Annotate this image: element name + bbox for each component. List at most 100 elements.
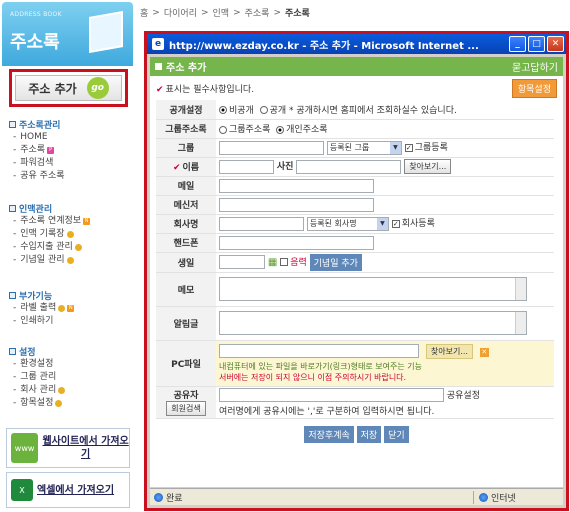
save-button[interactable]: 저장 bbox=[356, 426, 382, 443]
public-radio[interactable] bbox=[259, 106, 268, 115]
field-label: 공개설정 bbox=[156, 100, 216, 120]
sidebar-item-label-print[interactable]: 라벨 출력N bbox=[9, 302, 75, 315]
excel-import-label: 엑셀에서 가져오기 bbox=[37, 484, 115, 496]
group-input[interactable] bbox=[219, 140, 324, 155]
address-book-banner[interactable]: ADDRESS BOOK 주소록 bbox=[2, 2, 133, 66]
bullet-icon bbox=[9, 348, 16, 355]
form-row-birthday: 생일 ▦ 음력 기념일 추가 bbox=[156, 252, 554, 273]
photo-path-input[interactable] bbox=[296, 159, 402, 174]
save-continue-button[interactable]: 저장후계속 bbox=[304, 426, 354, 443]
breadcrumb-addressbook[interactable]: 주소록 bbox=[245, 6, 270, 19]
email-input[interactable] bbox=[219, 178, 374, 193]
maximize-button[interactable]: □ bbox=[528, 36, 545, 52]
field-label: 회사명 bbox=[156, 214, 216, 234]
header-square-icon bbox=[155, 63, 162, 70]
section-title: 부가기능 bbox=[9, 289, 74, 302]
sidebar-item-anniversary[interactable]: 기념일 관리 bbox=[9, 254, 90, 267]
sidebar-item-power-search[interactable]: 파워검색 bbox=[9, 157, 65, 170]
pc-file-browse-button[interactable]: 찾아보기... bbox=[425, 343, 473, 359]
group-register-label: 그룹등록 bbox=[414, 143, 448, 154]
banner-english-label: ADDRESS BOOK bbox=[10, 11, 62, 18]
internet-zone-icon bbox=[479, 492, 488, 502]
breadcrumb-network[interactable]: 인맥 bbox=[213, 6, 230, 19]
minimize-button[interactable]: _ bbox=[509, 36, 526, 52]
sidebar-item-home[interactable]: HOME bbox=[9, 131, 65, 144]
group-register-checkbox[interactable]: ✓ bbox=[404, 143, 413, 152]
sidebar-item-shared-address[interactable]: 공유 주소록 bbox=[9, 170, 64, 183]
field-label: 핸드폰 bbox=[156, 233, 216, 253]
field-label: 그룹주소록 bbox=[156, 119, 216, 139]
share-setting-label: 공유설정 bbox=[446, 390, 480, 401]
field-label: 알림글 bbox=[156, 306, 216, 341]
home-link[interactable]: 홈 bbox=[140, 6, 148, 19]
book-icon bbox=[89, 11, 123, 53]
breadcrumb-current: 주소록 bbox=[285, 9, 310, 19]
close-window-button[interactable]: ✕ bbox=[547, 36, 564, 52]
excel-icon: X bbox=[11, 479, 33, 501]
add-address-button[interactable]: 주소 추가 go bbox=[9, 69, 128, 107]
personal-address-radio[interactable] bbox=[276, 125, 285, 134]
form-row-email: 메일 bbox=[156, 176, 554, 196]
sidebar-item-addressbook[interactable]: 주소록P bbox=[9, 144, 65, 157]
photo-label: 사진 bbox=[276, 162, 294, 172]
window-titlebar[interactable]: e http://www.ezday.co.kr - 주소 추가 - Micro… bbox=[147, 34, 566, 54]
sidebar-item-company-manage[interactable]: 회사 관리 bbox=[9, 384, 66, 397]
help-link[interactable]: 묻고답하기 bbox=[512, 59, 558, 74]
add-anniversary-button[interactable]: 기념일 추가 bbox=[309, 253, 362, 271]
sidebar-item-income-expense[interactable]: 수입지출 관리 bbox=[9, 241, 90, 254]
new-badge-icon: N bbox=[83, 218, 91, 225]
photo-browse-button[interactable]: 찾아보기... bbox=[404, 159, 452, 174]
excel-import-banner[interactable]: X 엑셀에서 가져오기 bbox=[6, 472, 130, 508]
form-row-alert: 알림글 bbox=[156, 306, 554, 341]
menu-section-address-manage: 주소록관리 HOME 주소록P 파워검색 공유 주소록 bbox=[9, 118, 65, 183]
calendar-icon[interactable]: ▦ bbox=[268, 257, 277, 268]
sidebar-item-field-settings[interactable]: 항목설정 bbox=[9, 397, 65, 410]
phone-input[interactable] bbox=[219, 235, 374, 250]
add-address-button-inner: 주소 추가 go bbox=[15, 75, 122, 101]
company-input[interactable] bbox=[219, 216, 304, 231]
field-settings-button[interactable]: 항목설정 bbox=[511, 78, 557, 98]
breadcrumb-diary[interactable]: 다이어리 bbox=[164, 6, 197, 19]
memo-textarea[interactable] bbox=[219, 277, 527, 301]
company-select[interactable]: 등록된 회사명 ▼ bbox=[306, 216, 389, 231]
medal-icon bbox=[66, 257, 74, 264]
form-buttons: 저장후계속 저장 닫기 bbox=[150, 426, 563, 443]
sidebar-item-group-manage[interactable]: 그룹 관리 bbox=[9, 371, 65, 384]
birthday-input[interactable] bbox=[219, 255, 265, 269]
sidebar: ADDRESS BOOK 주소록 주소 추가 go 주소록관리 HOME 주소록… bbox=[0, 0, 136, 512]
form-row-visibility: 공개설정 비공개 공개 * 공개하시면 홈피에서 조회하실수 있습니다. bbox=[156, 100, 554, 120]
field-label: 그룹 bbox=[156, 138, 216, 158]
company-register-checkbox[interactable]: ✓ bbox=[391, 219, 400, 228]
close-button[interactable]: 닫기 bbox=[384, 426, 409, 443]
sidebar-item-preferences[interactable]: 환경설정 bbox=[9, 358, 65, 371]
clear-file-icon[interactable]: ✕ bbox=[479, 347, 489, 357]
public-radio-label: 공개 * 공개하시면 홈피에서 조회하실수 있습니다. bbox=[269, 105, 457, 116]
group-select[interactable]: 등록된 그룹 ▼ bbox=[326, 140, 402, 155]
member-search-button[interactable]: 회원검색 bbox=[166, 401, 206, 417]
messenger-input[interactable] bbox=[219, 197, 374, 212]
sidebar-item-linked-info[interactable]: 주소록 연계정보N bbox=[9, 215, 91, 228]
medal-icon bbox=[66, 231, 74, 238]
add-address-label: 주소 추가 bbox=[28, 81, 77, 96]
private-radio-label: 비공개 bbox=[229, 105, 254, 116]
field-label: 메모 bbox=[156, 272, 216, 307]
pc-file-input[interactable] bbox=[219, 344, 419, 358]
private-radio[interactable] bbox=[219, 106, 227, 115]
lunar-checkbox[interactable] bbox=[280, 258, 289, 266]
ie-icon: e bbox=[152, 38, 164, 50]
address-form-table: 공개설정 비공개 공개 * 공개하시면 홈피에서 조회하실수 있습니다. 그룹주… bbox=[156, 100, 554, 419]
status-done: 완료 bbox=[166, 493, 183, 504]
medal-icon bbox=[58, 305, 66, 312]
sidebar-item-print[interactable]: 인쇄하기 bbox=[9, 315, 74, 328]
menu-section-settings: 설정 환경설정 그룹 관리 회사 관리 항목설정 bbox=[9, 345, 66, 410]
form-row-messenger: 메신저 bbox=[156, 195, 554, 215]
medal-icon bbox=[74, 244, 82, 251]
name-input[interactable] bbox=[219, 159, 274, 174]
group-address-radio[interactable] bbox=[219, 125, 227, 134]
sidebar-item-network-log[interactable]: 인맥 기록장 bbox=[9, 228, 90, 241]
required-note: 표시는 필수사항입니다. bbox=[165, 84, 255, 95]
website-import-banner[interactable]: www 웹사이트에서 가져오기 bbox=[6, 428, 130, 468]
alert-textarea[interactable] bbox=[219, 311, 527, 335]
chevron-down-icon: ▼ bbox=[376, 217, 388, 230]
sharer-input[interactable] bbox=[219, 388, 444, 402]
